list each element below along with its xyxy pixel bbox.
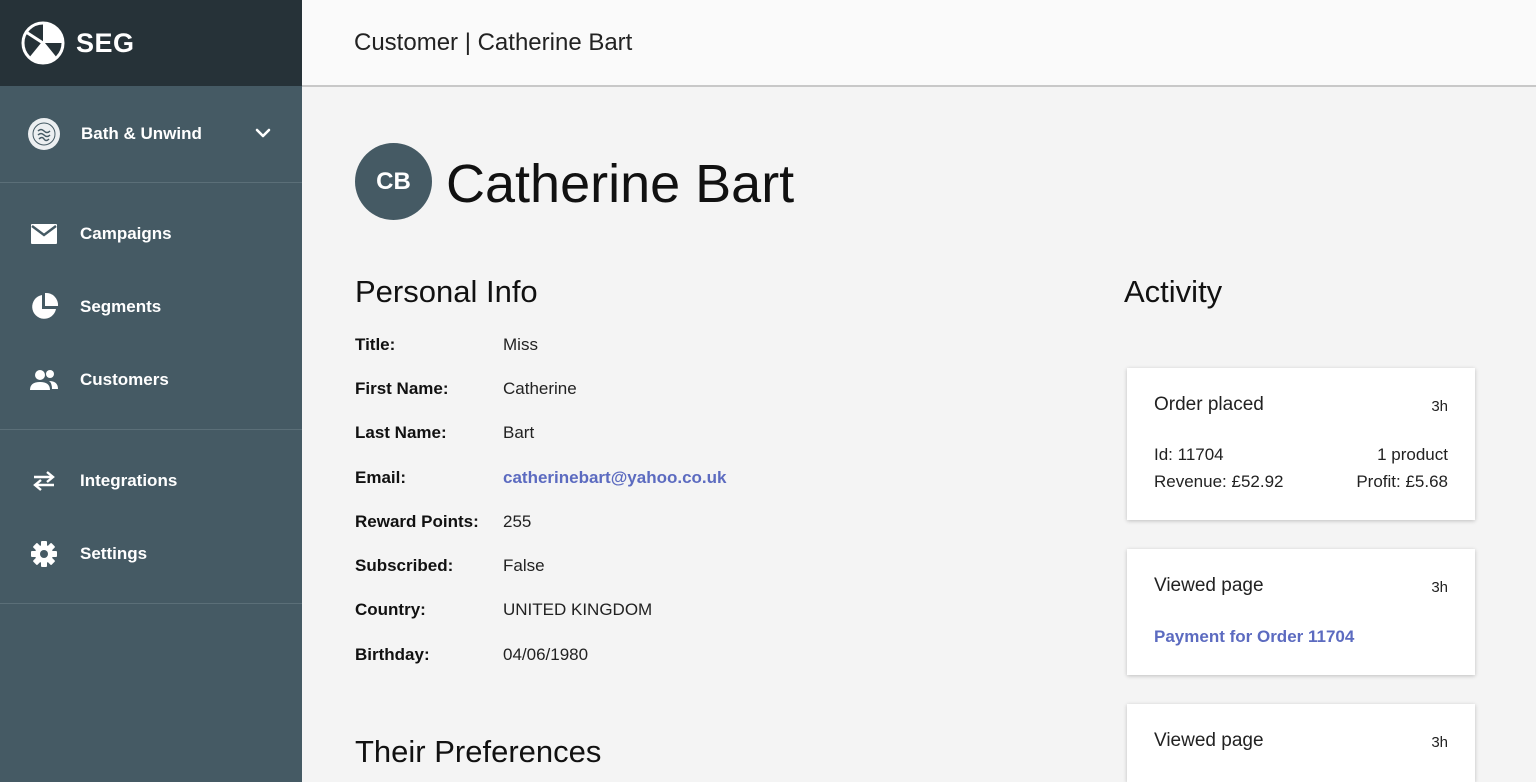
info-label: Last Name: [355,423,447,442]
activity-card-viewed-page-2[interactable]: Viewed page 3h [1127,704,1475,782]
info-value: Miss [503,335,538,354]
info-value: 255 [503,512,532,531]
info-row-last-name: Last Name: Bart [355,421,534,445]
order-profit: Profit: £5.68 [1356,472,1448,491]
order-id: Id: 11704 [1154,445,1224,464]
info-row-first-name: First Name: Catherine [355,377,577,401]
info-value: UNITED KINGDOM [503,600,653,619]
sidebar-item-label: Campaigns [80,223,172,243]
info-label: First Name: [355,379,449,398]
activity-time: 3h [1431,579,1448,596]
viewed-page-link[interactable]: Payment for Order 11704 [1154,627,1354,647]
swap-arrows-icon [28,465,60,497]
sidebar-item-settings[interactable]: Settings [0,517,302,590]
info-value: Bart [503,423,535,442]
brand-header[interactable]: SEG [0,0,302,86]
info-row-email: Email: catherinebart@yahoo.co.uk [355,466,726,490]
page-title: Customer | Catherine Bart [354,28,633,56]
email-link[interactable]: catherinebart@yahoo.co.uk [503,468,726,488]
info-label: Reward Points: [355,512,479,531]
info-row-country: Country: UNITED KINGDOM [355,598,652,622]
personal-info-heading: Personal Info [355,274,538,309]
sidebar-item-integrations[interactable]: Integrations [0,444,302,517]
activity-heading: Activity [1124,274,1223,309]
info-label: Title: [355,335,396,354]
gear-icon [28,538,60,570]
info-row-birthday: Birthday: 04/06/1980 [355,643,588,667]
top-bar: Customer | Catherine Bart [302,0,1536,87]
info-row-title: Title: Miss [355,333,538,357]
customer-name: Catherine Bart [446,154,795,214]
avatar: CB [355,143,432,220]
sidebar: SEG Bath & Unwind Campaigns Segments Cus… [0,0,302,782]
sidebar-item-label: Customers [80,369,169,389]
customer-detail: CB Catherine Bart Personal Info Title: M… [302,87,1536,782]
segment-logo-icon [21,21,65,65]
order-revenue: Revenue: £52.92 [1154,472,1284,491]
activity-card-viewed-page[interactable]: Viewed page 3h Payment for Order 11704 [1127,549,1475,675]
sidebar-item-label: Settings [80,543,148,563]
info-label: Country: [355,600,426,619]
info-row-subscribed: Subscribed: False [355,554,545,578]
nav-group-secondary: Integrations Settings [0,430,302,604]
nav-group-main: Campaigns Segments Customers [0,183,302,430]
activity-time: 3h [1431,398,1448,415]
sidebar-item-label: Integrations [80,470,178,490]
store-switcher[interactable]: Bath & Unwind [0,86,302,183]
activity-title: Order placed [1154,394,1264,415]
sidebar-item-campaigns[interactable]: Campaigns [0,197,302,270]
activity-time: 3h [1431,734,1448,751]
activity-card-order[interactable]: Order placed 3h Id: 11704 1 product Reve… [1127,368,1475,520]
info-label: Email: [355,468,407,487]
preferences-heading: Their Preferences [355,734,602,769]
info-value: 04/06/1980 [503,645,589,664]
info-value: Catherine [503,379,577,398]
sidebar-item-label: Segments [80,296,162,316]
chevron-down-icon[interactable] [254,124,272,142]
info-value: False [503,556,545,575]
pie-chart-icon [28,291,60,323]
people-icon [28,364,60,396]
envelope-icon [28,218,60,250]
activity-title: Viewed page [1154,730,1264,751]
activity-title: Viewed page [1154,575,1264,596]
info-row-reward-points: Reward Points: 255 [355,510,531,534]
info-label: Subscribed: [355,556,454,575]
store-name: Bath & Unwind [81,124,202,143]
sidebar-item-segments[interactable]: Segments [0,270,302,343]
sidebar-item-customers[interactable]: Customers [0,343,302,416]
info-label: Birthday: [355,645,430,664]
store-logo-icon [28,118,60,150]
order-products: 1 product [1377,445,1448,464]
brand-name: SEG [76,27,135,58]
